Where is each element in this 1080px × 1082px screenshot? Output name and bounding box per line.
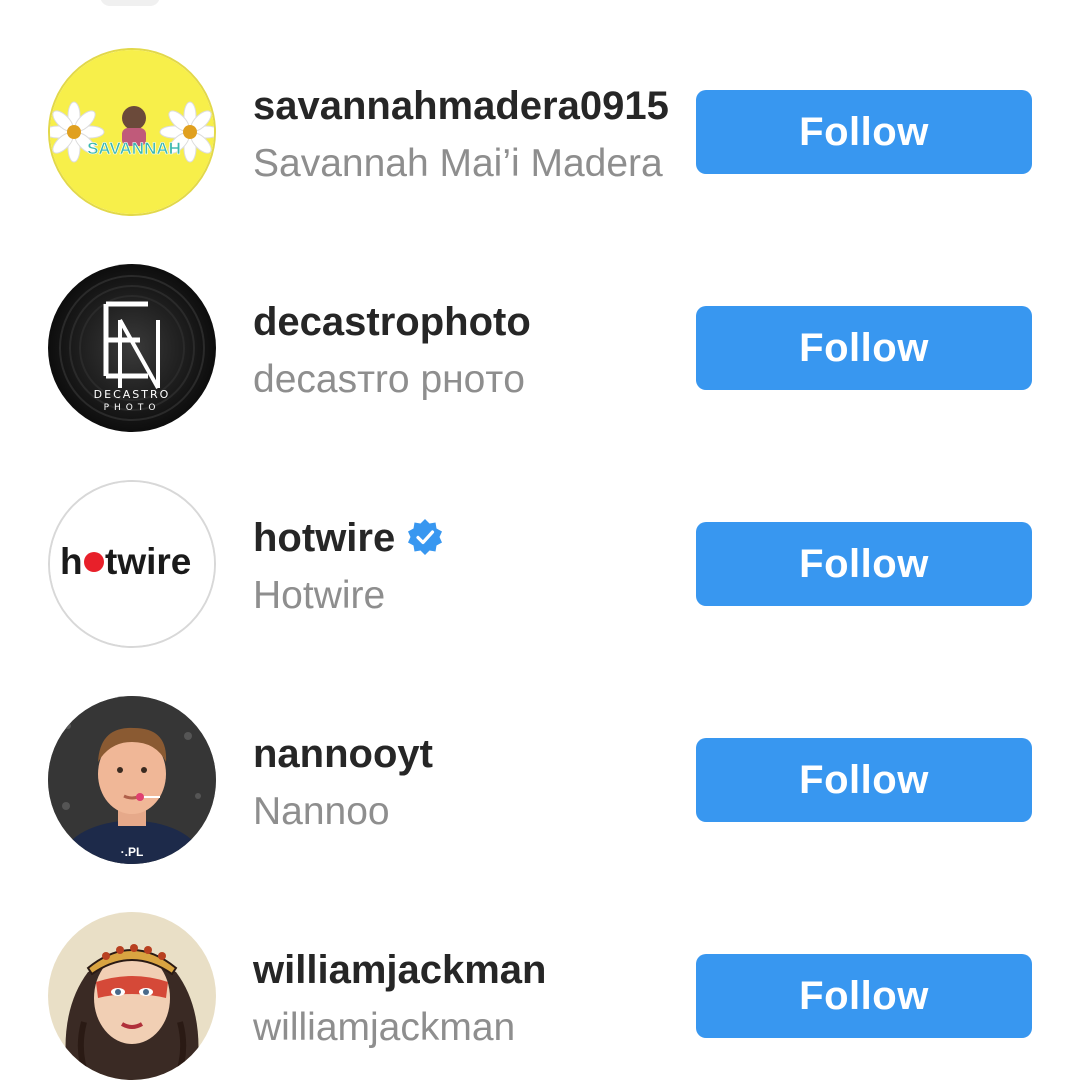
- list-item: SAVANNAH savannahmadera0915 Savannah Mai…: [0, 48, 1080, 218]
- username-text: hotwire: [253, 516, 396, 560]
- avatar[interactable]: h twire: [48, 480, 216, 648]
- username[interactable]: hotwire: [253, 514, 445, 562]
- follow-button[interactable]: Follow: [696, 738, 1032, 822]
- decastro-logo-icon: DECASTRO PHOTO: [48, 264, 216, 432]
- full-name: Savannah Mai’i Madera: [253, 142, 663, 185]
- savannah-avatar-icon: SAVANNAH: [50, 50, 214, 214]
- username[interactable]: nannooyt: [253, 730, 433, 778]
- follow-button[interactable]: Follow: [696, 90, 1032, 174]
- avatar[interactable]: SAVANNAH: [48, 48, 216, 216]
- svg-text:twire: twire: [105, 541, 191, 582]
- svg-text:SAVANNAH: SAVANNAH: [87, 139, 181, 158]
- svg-text:DECASTRO: DECASTRO: [94, 388, 171, 401]
- follow-button[interactable]: Follow: [696, 954, 1032, 1038]
- follow-button[interactable]: Follow: [696, 522, 1032, 606]
- username[interactable]: williamjackman: [253, 946, 546, 994]
- verified-badge-icon: [405, 517, 445, 557]
- tattoo-art-icon: [48, 912, 216, 1080]
- boy-portrait-icon: ·.PL: [48, 696, 216, 864]
- svg-text:h: h: [60, 541, 83, 582]
- follow-button[interactable]: Follow: [696, 306, 1032, 390]
- full-name: williamjackman: [253, 1006, 516, 1049]
- full-name: Nannoo: [253, 790, 390, 833]
- list-item: DECASTRO PHOTO decastrophoto decasтro pн…: [0, 264, 1080, 434]
- list-item: h twire hotwire Hotwire Follow: [0, 480, 1080, 650]
- username[interactable]: savannahmadera0915: [253, 82, 669, 130]
- avatar[interactable]: [48, 912, 216, 1080]
- list-item: williamjackman williamjackman Follow: [0, 912, 1080, 1082]
- svg-text:·.PL: ·.PL: [121, 845, 144, 859]
- avatar[interactable]: ·.PL: [48, 696, 216, 864]
- username[interactable]: decastrophoto: [253, 298, 531, 346]
- hotwire-logo-icon: h twire: [50, 482, 214, 646]
- previous-row-edge: [100, 0, 160, 6]
- full-name: Hotwire: [253, 574, 386, 617]
- avatar[interactable]: DECASTRO PHOTO: [48, 264, 216, 432]
- svg-text:PHOTO: PHOTO: [104, 403, 161, 413]
- list-item: ·.PL nannooyt Nannoo Follow: [0, 696, 1080, 866]
- full-name: decasтro pнoтo: [253, 358, 525, 401]
